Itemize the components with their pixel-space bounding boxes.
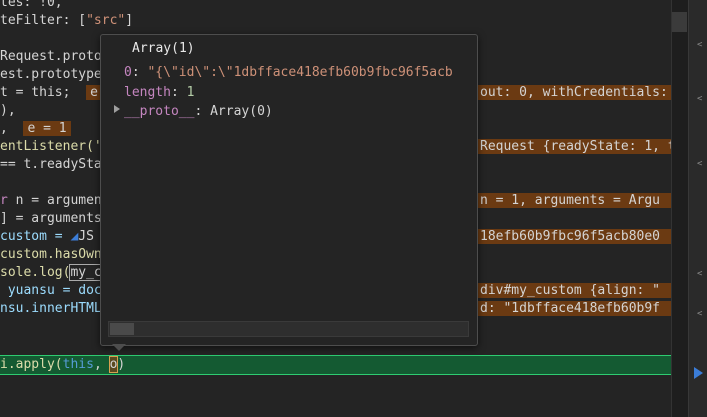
fold-marker-icon[interactable]: <: [697, 160, 702, 169]
code-line: sole.log(my_c: [0, 264, 103, 282]
fold-marker-icon[interactable]: <: [697, 41, 702, 50]
overview-ruler[interactable]: [671, 0, 689, 417]
expand-triangle-icon[interactable]: [114, 105, 120, 113]
fold-marker-icon[interactable]: <: [697, 95, 702, 104]
property-value: 1: [186, 85, 195, 100]
code-text: ,: [0, 121, 8, 136]
inline-value-badge: div#my_custom {align: ": [476, 283, 671, 298]
code-text: i.apply(: [0, 357, 63, 372]
code-text: nsu.innerHTML: [0, 301, 102, 316]
code-line: tes: !0,: [0, 0, 63, 12]
popover-pointer: [112, 344, 126, 351]
execution-pointer-icon: [694, 367, 703, 379]
object-preview-popover: Array(1) 0: "{\"id\":\"1dbfface418efb60b…: [100, 34, 478, 346]
code-text: ),: [0, 103, 16, 118]
code-text: est.prototype: [0, 67, 102, 82]
property-key: __proto__: [124, 104, 195, 119]
code-line: yuansu = doc: [0, 282, 102, 300]
code-text: ]: [125, 13, 134, 28]
inline-value-badge: 18efb60b9fbc96f5acb80e0: [476, 229, 671, 244]
inline-value-badge: out: 0, withCredentials:: [476, 85, 671, 100]
code-text: yuansu = doc: [0, 283, 102, 298]
fold-marker-icon[interactable]: <: [697, 270, 702, 279]
fold-marker-icon[interactable]: <: [697, 310, 702, 319]
code-text: custom.hasOwn: [0, 247, 102, 262]
inline-value-line: n = 1, arguments = Argu: [476, 192, 671, 210]
code-line: ),: [0, 102, 16, 120]
code-text: sole.log(: [0, 265, 71, 280]
current-execution-line: i.apply(this, o): [0, 355, 671, 375]
code-text: tes: !0,: [0, 0, 63, 10]
code-line: custom.hasOwn: [0, 246, 102, 264]
inline-value-badge: e = 1: [23, 121, 71, 136]
inline-value-line: d: "1dbfface418efb60b9f: [476, 300, 671, 318]
code-text: n = argumen: [7, 193, 102, 208]
code-text: ,: [93, 357, 110, 372]
code-text: ] = arguments: [0, 211, 102, 226]
inline-value-badge: n = 1, arguments = Argu: [476, 193, 671, 208]
inline-value-line: 18efb60b9fbc96f5acb80e0: [476, 228, 671, 246]
code-line: r n = argumen: [0, 192, 102, 210]
inline-value-line: out: 0, withCredentials:: [476, 84, 671, 102]
property-value: Array(0): [210, 104, 273, 119]
code-line: , e = 1: [0, 120, 71, 138]
property-key: length: [124, 85, 171, 100]
property-row[interactable]: 0: "{\"id\":\"1dbfface418efb60b9fbc96f5a…: [124, 64, 470, 82]
code-text: ): [117, 357, 126, 372]
code-line: entListener(': [0, 138, 102, 156]
keyword: r: [0, 193, 8, 208]
code-text: JS: [78, 229, 94, 244]
scrollbar-thumb[interactable]: [110, 323, 134, 335]
property-key: 0: [124, 65, 132, 80]
inline-value-badge: d: "1dbfface418efb60b9f: [476, 301, 671, 316]
code-line: ] = arguments: [0, 210, 102, 228]
code-line: est.prototype: [0, 66, 102, 84]
hovered-expression[interactable]: my_c: [69, 264, 103, 281]
keyword: this: [62, 357, 94, 372]
property-row[interactable]: __proto__: Array(0): [124, 103, 273, 121]
code-text: t = this;: [0, 85, 71, 100]
string-literal: "src": [86, 13, 126, 28]
popover-title: Array(1): [132, 41, 195, 56]
property-value: "{\"id\":\"1dbfface418efb60b9fbc96f5acb: [147, 65, 453, 80]
code-line: == t.readySta: [0, 156, 102, 174]
code-line: nsu.innerHTML: [0, 300, 102, 318]
horizontal-scrollbar[interactable]: [108, 321, 469, 337]
code-line: teFilter: ["src"]: [0, 12, 133, 30]
code-text: Request.proto: [0, 49, 102, 64]
inline-value-line: div#my_custom {align: ": [476, 282, 671, 300]
code-line: t = this; e: [0, 84, 102, 102]
code-line: custom = ◢JS: [0, 228, 94, 246]
right-gutter: [688, 0, 707, 417]
inline-value-badge: Request {readyState: 1, t: [476, 139, 671, 154]
code-text: == t.readySta: [0, 157, 102, 172]
property-row: length: 1: [124, 85, 195, 100]
code-text: teFilter: [: [0, 13, 87, 28]
code-line: Request.proto: [0, 48, 102, 66]
scrollbar-thumb[interactable]: [672, 12, 687, 32]
code-text: custom =: [0, 229, 71, 244]
code-text: entListener(': [0, 139, 102, 154]
inline-value-line: Request {readyState: 1, t: [476, 138, 671, 156]
